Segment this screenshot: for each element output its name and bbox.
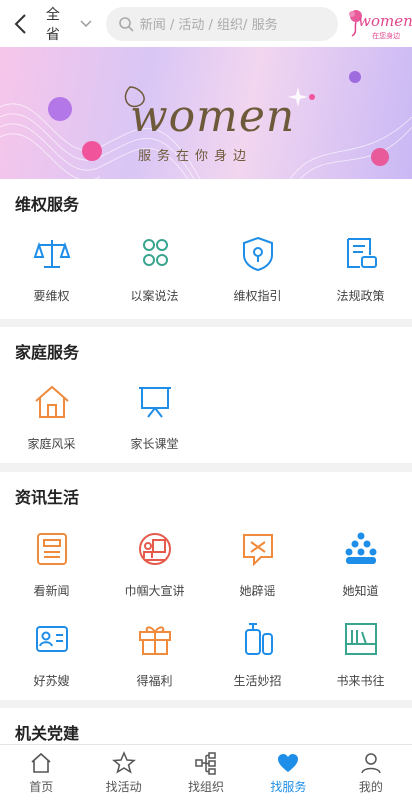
tab-label: 我的 [358, 779, 383, 794]
service-label: 家长课堂 [130, 437, 179, 451]
service-item-welfare[interactable]: 得福利 [103, 620, 206, 700]
service-item-rights-guide[interactable]: 维权指引 [206, 235, 309, 315]
org-chart-icon [195, 751, 216, 775]
service-label: 书来书往 [336, 674, 385, 688]
house-icon [34, 385, 69, 418]
service-label: 生活妙招 [233, 674, 282, 688]
service-label: 她知道 [342, 584, 379, 598]
service-item-good-sister[interactable]: 好苏嫂 [0, 620, 103, 700]
user-icon [361, 752, 381, 773]
presentation-board-icon [138, 387, 171, 418]
region-label: 全省 [45, 6, 60, 43]
service-item-book-exchange[interactable]: 书来书往 [309, 620, 412, 700]
section-rights: 维权服务 要维权 以案说法 维权指引 法规政策 [0, 179, 412, 319]
tab-mine[interactable]: 我的 [330, 745, 412, 800]
section-family: 家庭服务 家庭风采 家长课堂 [0, 327, 412, 463]
top-bar: 全省 新闻 / 活动 / 组织/ 服务 women 在您身边 [0, 0, 412, 47]
logo-sub: 在您身边 [372, 31, 401, 40]
service-label: 家庭风采 [27, 437, 76, 451]
section-title: 机关党建 [15, 724, 80, 743]
newspaper-icon [36, 533, 67, 565]
section-title: 家庭服务 [15, 343, 80, 362]
back-arrow-icon [14, 13, 26, 34]
service-item-life-tips[interactable]: 生活妙招 [206, 620, 309, 700]
service-label: 好苏嫂 [33, 674, 70, 688]
brand-logo: women 在您身边 [344, 4, 412, 44]
people-group-icon [142, 239, 168, 266]
bookshelf-icon [344, 623, 377, 655]
banner-tagline: 服务在你身边 [138, 149, 253, 164]
service-item-rights-request[interactable]: 要维权 [0, 235, 103, 315]
tab-organizations[interactable]: 找组织 [165, 745, 247, 800]
service-label: 她辟谣 [239, 584, 276, 598]
service-label: 要维权 [33, 289, 70, 303]
tab-label: 找活动 [105, 779, 142, 794]
service-item-family-style[interactable]: 家庭风采 [0, 383, 103, 463]
tab-label: 首页 [29, 779, 54, 794]
gift-icon [138, 626, 171, 655]
rumor-chat-icon [242, 534, 273, 567]
search-input[interactable]: 新闻 / 活动 / 组织/ 服务 [105, 6, 339, 41]
service-label: 以案说法 [130, 289, 179, 303]
section-life: 资讯生活 看新闻 巾帼大宣讲 她辟谣 她知道 好苏嫂 得福利 生活妙招 书来书往 [0, 472, 412, 700]
bottles-icon [244, 623, 273, 655]
region-selector[interactable]: 全省 [46, 4, 92, 44]
tab-home[interactable]: 首页 [0, 745, 82, 800]
tab-activities[interactable]: 找活动 [82, 745, 164, 800]
logo-word: women [358, 11, 412, 30]
service-item-parent-class[interactable]: 家长课堂 [103, 383, 206, 463]
service-item-lecture[interactable]: 巾帼大宣讲 [103, 530, 206, 610]
service-item-she-knows[interactable]: 她知道 [309, 530, 412, 610]
home-icon [31, 752, 51, 773]
hero-banner[interactable]: women 服务在你身边 [0, 47, 412, 179]
tab-label: 找服务 [270, 779, 307, 794]
section-title: 资讯生活 [15, 488, 80, 507]
service-item-case-law[interactable]: 以案说法 [103, 235, 206, 315]
banner-logo-word: women [130, 91, 296, 142]
heart-icon [278, 753, 299, 772]
shield-location-icon [242, 236, 273, 272]
lecture-icon [138, 533, 171, 565]
document-chat-icon [346, 238, 377, 268]
service-label: 看新闻 [33, 584, 70, 598]
search-placeholder: 新闻 / 活动 / 组织/ 服务 [139, 18, 278, 33]
service-label: 维权指引 [233, 289, 282, 303]
bottom-tab-bar: 首页 找活动 找组织 找服务 我的 [0, 744, 412, 800]
service-item-regulations[interactable]: 法规政策 [309, 235, 412, 315]
tab-label: 找组织 [188, 779, 225, 794]
back-button[interactable] [0, 0, 40, 47]
service-label: 法规政策 [336, 289, 385, 303]
section-party: 机关党建 [0, 708, 412, 744]
service-label: 巾帼大宣讲 [124, 584, 185, 598]
section-title: 维权服务 [15, 195, 80, 214]
tab-services[interactable]: 找服务 [247, 745, 329, 800]
id-card-icon [35, 626, 68, 652]
scales-icon [33, 240, 70, 268]
service-item-rumor-refute[interactable]: 她辟谣 [206, 530, 309, 610]
star-icon [111, 750, 136, 774]
chevron-down-icon [80, 19, 92, 27]
crowd-icon [345, 532, 376, 564]
service-label: 得福利 [136, 674, 173, 688]
search-icon [118, 16, 134, 32]
service-item-news[interactable]: 看新闻 [0, 530, 103, 610]
